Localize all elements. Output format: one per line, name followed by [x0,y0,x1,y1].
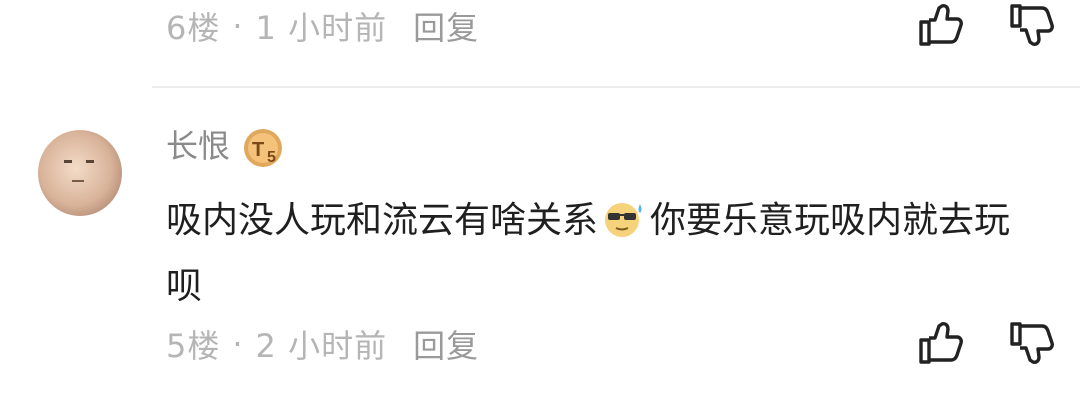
username[interactable]: 长恨 [166,124,230,168]
floor-number: 5楼 [166,327,221,365]
avatar[interactable] [34,118,126,218]
meta-separator: · [232,325,244,363]
meta-separator: · [232,7,244,45]
level-badge-icon: T 5 [244,129,282,167]
thumbs-up-icon[interactable] [917,318,967,368]
thumbs-down-icon[interactable] [1008,0,1058,50]
reply-button[interactable]: 回复 [413,3,479,49]
comment-text-part1: 吸内没人玩和流云有啥关系 [166,200,599,241]
svg-text:T: T [252,139,264,161]
comment-time: 1 小时前 [255,9,388,47]
floor-number: 6楼 [166,9,221,47]
comment-time: 2 小时前 [255,327,388,365]
thumbs-up-icon[interactable] [917,0,967,50]
thumbs-down-icon[interactable] [1008,318,1058,368]
comment-meta: 5楼 · 2 小时前 回复 [166,322,479,366]
reply-button[interactable]: 回复 [413,321,479,367]
prev-comment-meta: 6楼 · 1 小时前 回复 [166,4,479,48]
comment-text: 吸内没人玩和流云有啥关系 你要乐意玩吸内就去玩呗 [166,188,1046,320]
svg-text:5: 5 [267,149,276,166]
comment-divider [152,86,1080,88]
sweat-sunglasses-emoji-icon [605,203,642,237]
